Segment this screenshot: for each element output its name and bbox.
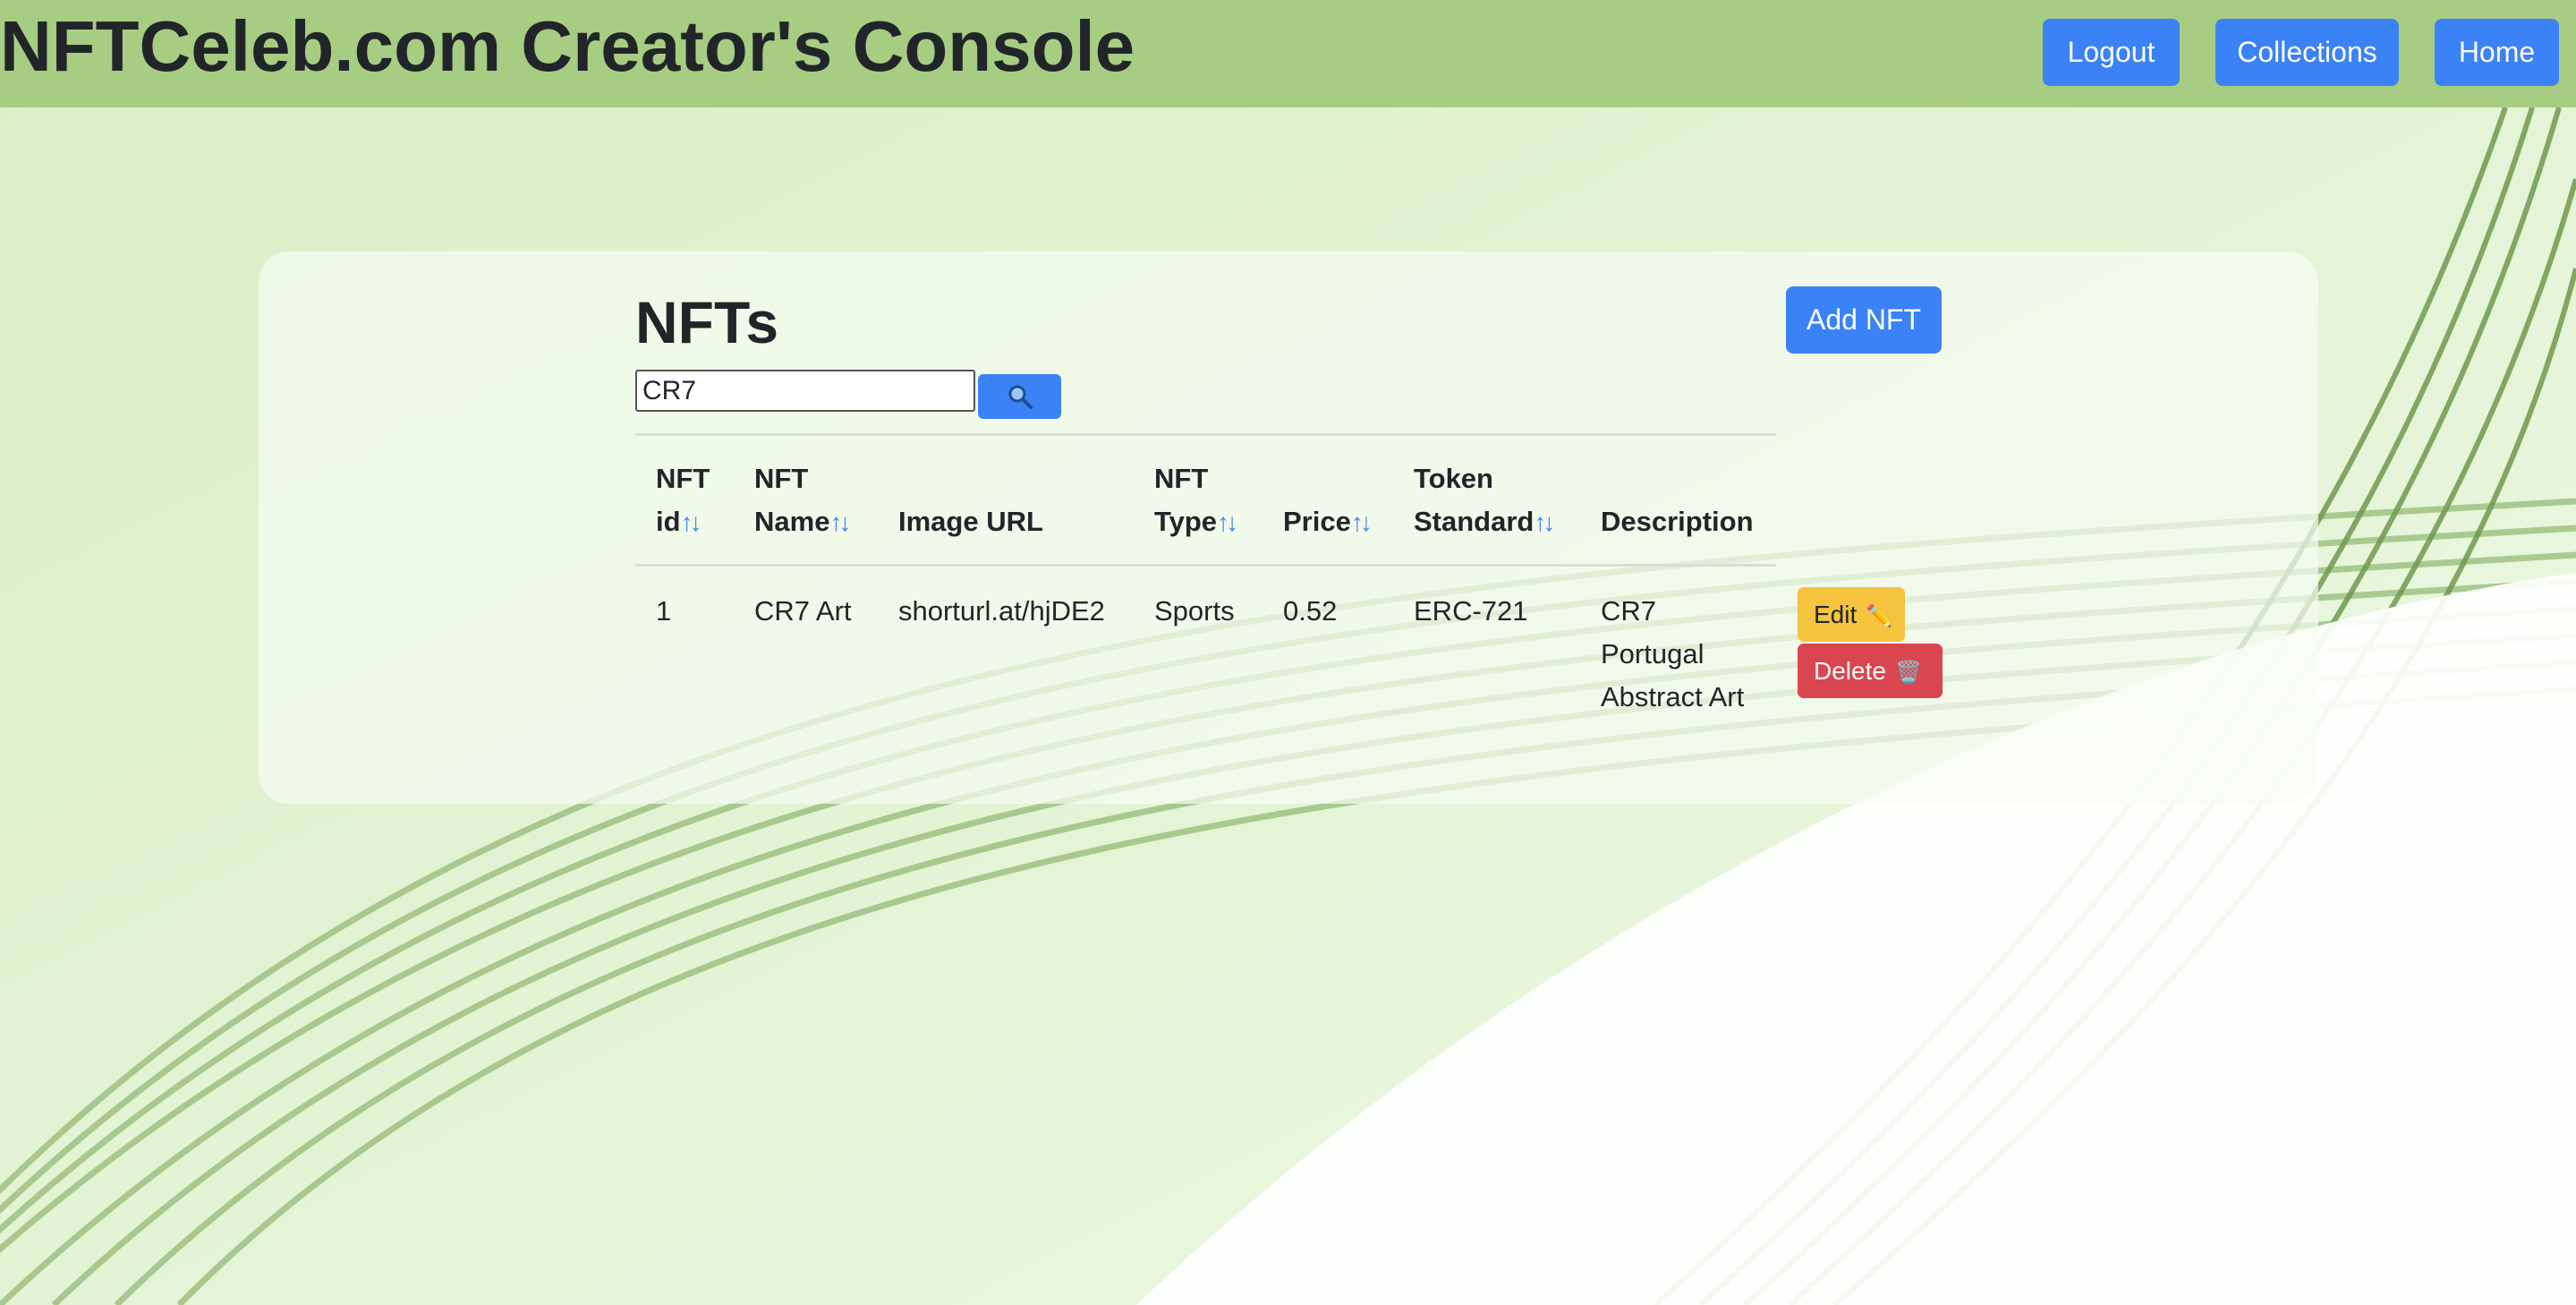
cell-token-standard: ERC-721 [1414, 595, 1528, 627]
col-nft-type-header-line1: NFT [1154, 463, 1209, 494]
delete-label: Delete [1814, 656, 1886, 685]
collections-button[interactable]: Collections [2215, 19, 2399, 86]
cell-nft-type: Sports [1154, 595, 1235, 627]
cell-image-url: shorturl.at/hjDE2 [898, 595, 1105, 627]
col-nft-name-label: Name [754, 506, 830, 537]
sort-arrows-icon[interactable]: ↑↓ [1217, 508, 1238, 536]
col-nft-id-label: id [656, 506, 681, 537]
home-button[interactable]: Home [2435, 19, 2559, 86]
col-token-standard-label: Standard [1414, 506, 1535, 537]
sort-arrows-icon[interactable]: ↑↓ [1534, 508, 1555, 536]
add-nft-button[interactable]: Add NFT [1786, 286, 1942, 354]
col-nft-name-header[interactable]: Name↑↓ [754, 500, 851, 544]
logout-button[interactable]: Logout [2043, 19, 2180, 86]
page-title: NFTs [635, 289, 779, 355]
col-price-label: Price [1283, 506, 1351, 537]
sort-arrows-icon[interactable]: ↑↓ [829, 508, 851, 536]
pencil-icon: ✏️ [1866, 603, 1893, 628]
col-description-header: Description [1601, 500, 1754, 543]
col-nft-name-header-line1: NFT [754, 463, 809, 494]
col-token-standard-header[interactable]: Standard↑↓ [1414, 500, 1555, 544]
col-nft-id-header-line1: NFT [656, 463, 710, 494]
col-token-standard-header-line1: Token [1414, 463, 1493, 494]
table-top-divider [635, 433, 1776, 436]
cell-description-line: CR7 [1601, 595, 1657, 627]
cell-price: 0.52 [1283, 595, 1338, 627]
trash-icon: 🗑️ [1894, 660, 1922, 685]
col-price-header[interactable]: Price↑↓ [1283, 500, 1373, 544]
edit-button[interactable]: Edit ✏️ [1798, 587, 1905, 642]
search-icon [1008, 385, 1033, 409]
cell-nft-name: CR7 Art [754, 595, 852, 627]
delete-button[interactable]: Delete 🗑️ [1798, 644, 1943, 698]
search-input[interactable] [635, 370, 975, 412]
sort-arrows-icon[interactable]: ↑↓ [681, 508, 702, 536]
col-nft-id-header[interactable]: id↑↓ [656, 500, 702, 544]
cell-description-line: Abstract Art [1601, 681, 1745, 712]
col-image-url-header: Image URL [898, 500, 1043, 543]
table-header-divider [635, 564, 1776, 567]
col-nft-type-header[interactable]: Type↑↓ [1154, 500, 1238, 544]
col-description-label: Description [1601, 506, 1754, 537]
cell-description-line: Portugal [1601, 638, 1705, 670]
cell-nft-id: 1 [656, 595, 672, 627]
app-title: NFTCeleb.com Creator's Console [0, 6, 1135, 86]
top-navbar: NFTCeleb.com Creator's Console Logout Co… [0, 0, 2576, 107]
search-button[interactable] [978, 374, 1061, 419]
col-nft-type-label: Type [1154, 506, 1218, 537]
sort-arrows-icon[interactable]: ↑↓ [1351, 508, 1373, 536]
col-image-url-label: Image URL [898, 506, 1043, 537]
edit-label: Edit [1814, 600, 1858, 628]
